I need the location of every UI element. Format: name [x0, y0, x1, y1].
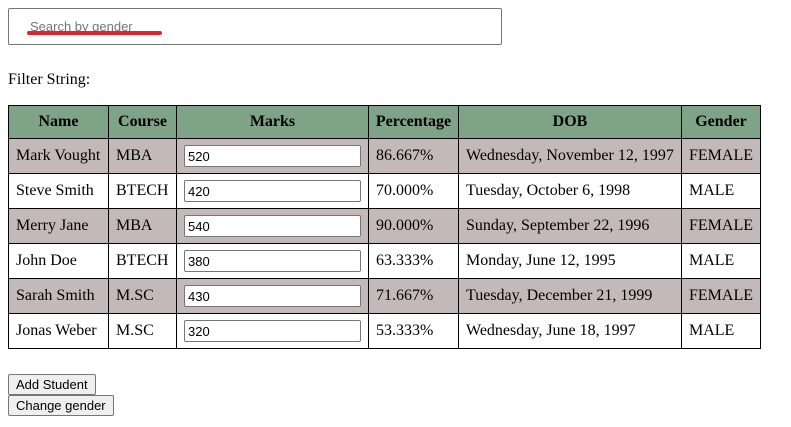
search-input[interactable]: [8, 8, 502, 45]
cell-course: M.SC: [108, 278, 177, 314]
table-row: Sarah Smith M.SC 71.667% Tuesday, Decemb…: [8, 278, 761, 314]
cell-gender: FEMALE: [681, 278, 761, 314]
cell-gender: FEMALE: [681, 138, 761, 174]
column-header-gender: Gender: [681, 105, 761, 139]
cell-dob: Tuesday, December 21, 1999: [458, 278, 682, 314]
search-container: [8, 8, 502, 45]
table-row: John Doe BTECH 63.333% Monday, June 12, …: [8, 243, 761, 279]
cell-marks: [176, 243, 369, 279]
column-header-name: Name: [8, 105, 109, 139]
cell-name: John Doe: [8, 243, 109, 279]
cell-name: Sarah Smith: [8, 278, 109, 314]
cell-marks: [176, 208, 369, 244]
cell-percentage: 86.667%: [368, 138, 459, 174]
marks-input[interactable]: [184, 180, 361, 202]
cell-marks: [176, 138, 369, 174]
cell-course: BTECH: [108, 243, 177, 279]
marks-input[interactable]: [184, 215, 361, 237]
cell-gender: MALE: [681, 243, 761, 279]
cell-percentage: 53.333%: [368, 313, 459, 349]
cell-course: M.SC: [108, 313, 177, 349]
cell-marks: [176, 313, 369, 349]
cell-name: Merry Jane: [8, 208, 109, 244]
cell-marks: [176, 278, 369, 314]
cell-percentage: 90.000%: [368, 208, 459, 244]
cell-percentage: 70.000%: [368, 173, 459, 209]
cell-gender: FEMALE: [681, 208, 761, 244]
cell-course: MBA: [108, 208, 177, 244]
change-gender-button[interactable]: Change gender: [8, 395, 114, 416]
marks-input[interactable]: [184, 320, 361, 342]
cell-percentage: 71.667%: [368, 278, 459, 314]
table-row: Jonas Weber M.SC 53.333% Wednesday, June…: [8, 313, 761, 349]
students-table: Name Course Marks Percentage DOB Gender …: [8, 105, 761, 349]
column-header-dob: DOB: [458, 105, 682, 139]
table-row: Merry Jane MBA 90.000% Sunday, September…: [8, 208, 761, 244]
cell-gender: MALE: [681, 313, 761, 349]
cell-gender: MALE: [681, 173, 761, 209]
add-student-button[interactable]: Add Student: [8, 374, 96, 395]
cell-dob: Tuesday, October 6, 1998: [458, 173, 682, 209]
cell-dob: Monday, June 12, 1995: [458, 243, 682, 279]
table-row: Mark Vought MBA 86.667% Wednesday, Novem…: [8, 138, 761, 174]
cell-dob: Sunday, September 22, 1996: [458, 208, 682, 244]
column-header-course: Course: [108, 105, 177, 139]
annotation-underline: [27, 31, 162, 35]
cell-marks: [176, 173, 369, 209]
marks-input[interactable]: [184, 250, 361, 272]
cell-course: BTECH: [108, 173, 177, 209]
cell-name: Jonas Weber: [8, 313, 109, 349]
cell-dob: Wednesday, November 12, 1997: [458, 138, 682, 174]
table-row: Steve Smith BTECH 70.000% Tuesday, Octob…: [8, 173, 761, 209]
table-header-row: Name Course Marks Percentage DOB Gender: [8, 105, 761, 139]
filter-string-label: Filter String:: [8, 71, 91, 88]
column-header-marks: Marks: [176, 105, 369, 139]
column-header-percentage: Percentage: [368, 105, 459, 139]
marks-input[interactable]: [184, 285, 361, 307]
cell-name: Mark Vought: [8, 138, 109, 174]
cell-course: MBA: [108, 138, 177, 174]
cell-dob: Wednesday, June 18, 1997: [458, 313, 682, 349]
cell-name: Steve Smith: [8, 173, 109, 209]
marks-input[interactable]: [184, 145, 361, 167]
cell-percentage: 63.333%: [368, 243, 459, 279]
